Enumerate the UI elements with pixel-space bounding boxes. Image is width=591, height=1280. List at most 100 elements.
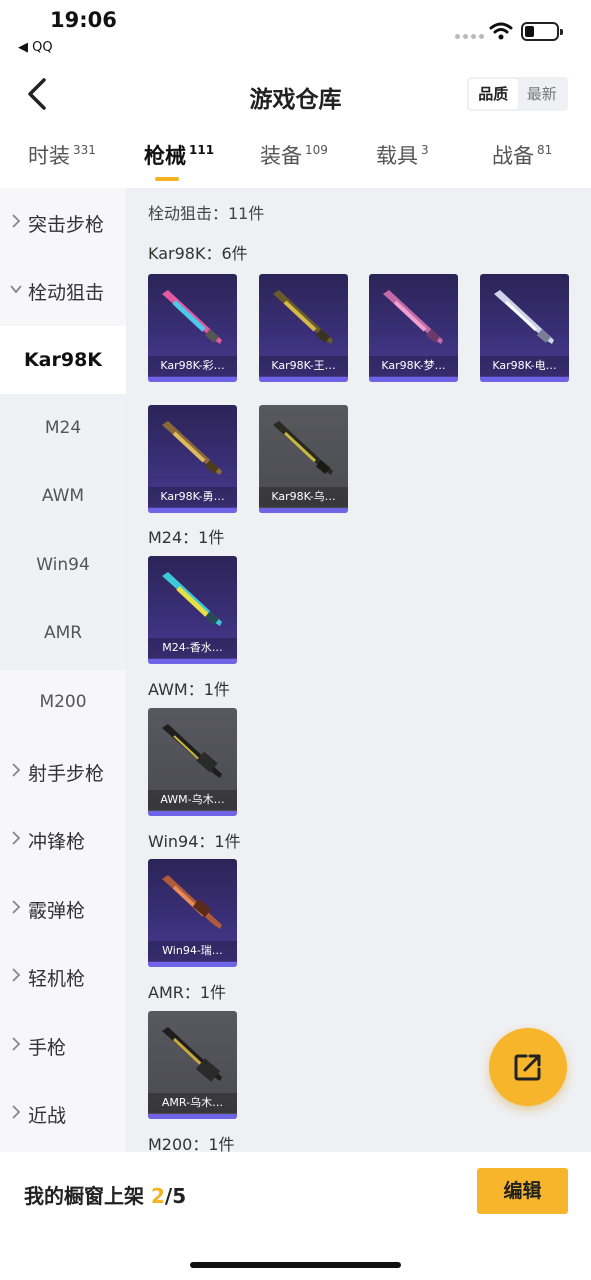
sort-by-newest[interactable]: 最新 xyxy=(518,79,567,109)
tab-label: 枪械 xyxy=(144,144,186,168)
tab-label: 战备 xyxy=(492,144,534,168)
sidebar-subitem-kar98k[interactable]: Kar98K xyxy=(0,326,126,394)
home-indicator[interactable] xyxy=(190,1262,401,1268)
rarity-bar xyxy=(148,377,237,382)
sidebar-item-label: 射手步枪 xyxy=(28,763,105,785)
group-label-kar98k: Kar98K：6件 xyxy=(148,244,248,263)
weapon-card[interactable]: Kar98K-彩… xyxy=(148,274,237,382)
sidebar-item-label: 近战 xyxy=(28,1105,67,1127)
chevron-right-icon xyxy=(12,214,21,228)
tab-count: 109 xyxy=(305,143,328,157)
weapon-card[interactable]: AWM-乌木… xyxy=(148,708,237,816)
tab-equipment[interactable]: 装备 109 xyxy=(260,140,328,170)
status-time: 19:06 xyxy=(50,8,117,32)
weapon-card[interactable]: Kar98K-电… xyxy=(480,274,569,382)
sidebar-item-smg[interactable]: 冲锋枪 xyxy=(0,805,126,873)
weapon-name: Kar98K-梦… xyxy=(369,356,458,376)
weapon-name: Win94-瑞… xyxy=(148,941,237,961)
sidebar-item-assault-rifle[interactable]: 突击步枪 xyxy=(0,188,126,256)
sidebar-subitem-awm[interactable]: AWM xyxy=(0,462,126,530)
sidebar-item-lmg[interactable]: 轻机枪 xyxy=(0,942,126,1010)
rarity-bar xyxy=(148,659,237,664)
sidebar-item-label: 栓动狙击 xyxy=(28,282,105,304)
weapon-card[interactable]: Kar98K-勇… xyxy=(148,405,237,513)
rarity-bar xyxy=(148,811,237,816)
sidebar-item-pistol[interactable]: 手枪 xyxy=(0,1011,126,1079)
sidebar-item-shotgun[interactable]: 霰弹枪 xyxy=(0,874,126,942)
rarity-bar xyxy=(148,962,237,967)
sort-toggle: 品质 最新 xyxy=(467,77,568,111)
chevron-right-icon xyxy=(12,763,21,777)
sidebar-subitem-m200[interactable]: M200 xyxy=(0,668,126,736)
tab-fashion[interactable]: 时装 331 xyxy=(28,140,96,170)
sidebar-subitem-win94[interactable]: Win94 xyxy=(0,531,126,599)
group-label-win94: Win94：1件 xyxy=(148,832,241,851)
chevron-down-icon xyxy=(10,285,22,294)
tab-label: 时装 xyxy=(28,144,70,168)
sidebar-item-bolt-action-sniper[interactable]: 栓动狙击 xyxy=(0,256,126,324)
tab-label: 装备 xyxy=(260,144,302,168)
chevron-right-icon xyxy=(12,968,21,982)
sort-by-quality[interactable]: 品质 xyxy=(469,79,518,109)
weapon-card[interactable]: M24-香水… xyxy=(148,556,237,664)
weapon-name: Kar98K-勇… xyxy=(148,487,237,507)
weapon-card[interactable]: AMR-乌木… xyxy=(148,1011,237,1119)
group-label-awm: AWM：1件 xyxy=(148,680,230,699)
weapon-name: AWM-乌木… xyxy=(148,790,237,810)
sidebar-item-label: 突击步枪 xyxy=(28,214,105,236)
rifle-icon xyxy=(162,1027,222,1082)
rarity-bar xyxy=(259,508,348,513)
signal-icon xyxy=(455,34,484,39)
rarity-bar xyxy=(148,508,237,513)
tab-count: 3 xyxy=(421,143,429,157)
group-label-m200: M200：1件 xyxy=(148,1135,235,1152)
tab-weapons[interactable]: 枪械 111 xyxy=(144,140,214,170)
chevron-right-icon xyxy=(12,1105,21,1119)
bottom-bar: 我的橱窗上架 2/5 编辑 xyxy=(0,1152,591,1280)
sidebar-item-melee[interactable]: 近战 xyxy=(0,1079,126,1147)
weapon-name: Kar98K-乌… xyxy=(259,487,348,507)
rifle-icon xyxy=(494,290,554,344)
share-icon xyxy=(514,1054,541,1081)
tab-count: 331 xyxy=(73,143,96,157)
back-arrow-icon[interactable] xyxy=(24,76,52,112)
weapon-card[interactable]: Kar98K-王… xyxy=(259,274,348,382)
weapon-category-sidebar: 突击步枪 栓动狙击 Kar98K M24 AWM Win94 AMR M200 … xyxy=(0,188,126,1152)
rifle-icon xyxy=(273,421,333,475)
sidebar-item-label: 手枪 xyxy=(28,1037,67,1059)
showcase-status: 我的橱窗上架 2/5 xyxy=(24,1180,186,1209)
sidebar-subitem-m24[interactable]: M24 xyxy=(0,394,126,462)
tab-battle-gear[interactable]: 战备 81 xyxy=(492,140,552,170)
wifi-icon xyxy=(489,22,513,40)
share-button[interactable] xyxy=(489,1028,567,1106)
showcase-total-count: /5 xyxy=(164,1184,187,1208)
active-tab-indicator xyxy=(155,177,179,181)
tab-vehicles[interactable]: 载具 3 xyxy=(376,140,429,170)
weapon-card[interactable]: Kar98K-梦… xyxy=(369,274,458,382)
tab-count: 111 xyxy=(189,143,215,157)
back-to-app-link[interactable]: ◀ QQ xyxy=(18,40,53,55)
chevron-right-icon xyxy=(12,831,21,845)
status-bar: 19:06 ◀ QQ xyxy=(0,0,591,62)
rifle-icon xyxy=(162,572,222,626)
weapon-card[interactable]: Win94-瑞… xyxy=(148,859,237,967)
sidebar-subitem-amr[interactable]: AMR xyxy=(0,599,126,667)
weapon-list[interactable]: 栓动狙击：11件 Kar98K：6件 Kar98K-彩… Kar98K-王… K… xyxy=(126,188,591,1152)
header: 游戏仓库 品质 最新 xyxy=(0,62,591,128)
weapon-name: Kar98K-王… xyxy=(259,356,348,376)
weapon-card[interactable]: Kar98K-乌… xyxy=(259,405,348,513)
battery-icon xyxy=(521,22,563,41)
chevron-right-icon xyxy=(12,900,21,914)
tab-label: 载具 xyxy=(376,144,418,168)
rarity-bar xyxy=(148,1114,237,1119)
sidebar-item-marksman-rifle[interactable]: 射手步枪 xyxy=(0,737,126,805)
tab-count: 81 xyxy=(537,143,553,157)
sidebar-item-label: 轻机枪 xyxy=(28,968,86,990)
rifle-icon xyxy=(383,290,443,344)
showcase-label: 我的橱窗上架 xyxy=(24,1184,151,1208)
category-tabs: 时装 331 枪械 111 装备 109 载具 3 战备 81 xyxy=(0,130,591,188)
rifle-icon xyxy=(162,724,222,778)
group-label-m24: M24：1件 xyxy=(148,528,225,547)
edit-button[interactable]: 编辑 xyxy=(477,1168,568,1214)
weapon-name: Kar98K-电… xyxy=(480,356,569,376)
